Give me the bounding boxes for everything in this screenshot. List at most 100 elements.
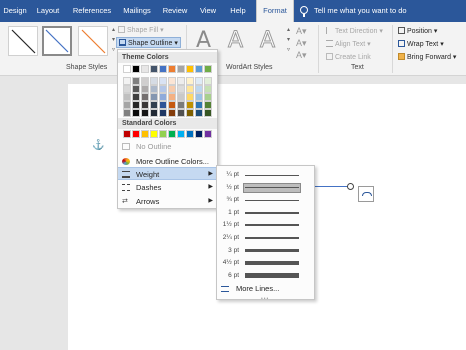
standard-color-swatch[interactable]: [177, 130, 185, 138]
text-effects-icon[interactable]: A▾: [296, 50, 307, 61]
theme-shade-swatch[interactable]: [168, 101, 176, 109]
weight-option[interactable]: 4½ pt: [217, 257, 314, 269]
theme-shade-swatch[interactable]: [123, 77, 131, 85]
theme-color-swatch[interactable]: [204, 65, 212, 73]
wordart-style-3[interactable]: A: [259, 28, 275, 54]
theme-shade-swatch[interactable]: [195, 77, 203, 85]
theme-color-swatch[interactable]: [159, 65, 167, 73]
dashes-item[interactable]: Dashes ▶: [118, 181, 217, 194]
theme-color-swatch[interactable]: [177, 65, 185, 73]
theme-color-swatch[interactable]: [132, 65, 140, 73]
shape-outline-button[interactable]: Shape Outline ▾: [116, 37, 181, 48]
shape-style-orange[interactable]: [78, 26, 108, 56]
theme-shade-swatch[interactable]: [186, 77, 194, 85]
tab-mailings[interactable]: Mailings: [119, 0, 155, 22]
weight-option[interactable]: 6 pt: [217, 270, 314, 282]
layout-options-icon[interactable]: [358, 186, 374, 202]
standard-color-swatch[interactable]: [204, 130, 212, 138]
standard-color-swatch[interactable]: [141, 130, 149, 138]
theme-shade-swatch[interactable]: [168, 77, 176, 85]
theme-shade-swatch[interactable]: [204, 93, 212, 101]
weight-option[interactable]: 1½ pt: [217, 219, 314, 231]
theme-shade-swatch[interactable]: [168, 85, 176, 93]
tab-view[interactable]: View: [196, 0, 220, 22]
theme-color-swatch[interactable]: [123, 65, 131, 73]
theme-shade-swatch[interactable]: [159, 77, 167, 85]
theme-shade-swatch[interactable]: [177, 101, 185, 109]
theme-shade-swatch[interactable]: [159, 101, 167, 109]
standard-color-swatch[interactable]: [159, 130, 167, 138]
theme-shade-swatch[interactable]: [195, 85, 203, 93]
weight-option[interactable]: ¾ pt: [217, 194, 314, 206]
theme-shade-swatch[interactable]: [168, 109, 176, 117]
theme-shade-swatch[interactable]: [177, 109, 185, 117]
theme-shade-swatch[interactable]: [141, 77, 149, 85]
wordart-style-2[interactable]: A: [227, 28, 243, 54]
theme-shade-swatch[interactable]: [141, 101, 149, 109]
text-fill-icon[interactable]: A▾: [296, 26, 307, 37]
standard-color-swatch[interactable]: [195, 130, 203, 138]
weight-item[interactable]: Weight ▶: [118, 167, 217, 180]
theme-shade-swatch[interactable]: [186, 85, 194, 93]
theme-shade-swatch[interactable]: [132, 109, 140, 117]
text-direction-button[interactable]: Text Direction ▾: [326, 26, 383, 37]
theme-color-swatch[interactable]: [150, 65, 158, 73]
tab-layout[interactable]: Layout: [32, 0, 64, 22]
theme-shade-swatch[interactable]: [159, 93, 167, 101]
resize-grip-icon[interactable]: •••: [261, 296, 269, 302]
theme-shade-swatch[interactable]: [132, 101, 140, 109]
theme-shade-swatch[interactable]: [132, 77, 140, 85]
theme-color-swatch[interactable]: [168, 65, 176, 73]
theme-shade-swatch[interactable]: [132, 93, 140, 101]
weight-option[interactable]: ½ pt: [217, 182, 314, 194]
theme-shade-swatch[interactable]: [150, 109, 158, 117]
theme-shade-swatch[interactable]: [204, 85, 212, 93]
bring-forward-button[interactable]: Bring Forward ▾: [398, 52, 456, 63]
theme-shade-swatch[interactable]: [177, 85, 185, 93]
theme-shade-swatch[interactable]: [186, 109, 194, 117]
shape-fill-button[interactable]: Shape Fill ▾: [118, 25, 164, 36]
theme-shade-swatch[interactable]: [195, 93, 203, 101]
shape-style-blue[interactable]: [42, 26, 72, 56]
theme-shade-swatch[interactable]: [123, 93, 131, 101]
theme-shade-swatch[interactable]: [141, 93, 149, 101]
theme-color-swatch[interactable]: [186, 65, 194, 73]
line-resize-handle[interactable]: [347, 183, 354, 190]
tab-review[interactable]: Review: [160, 0, 190, 22]
theme-shade-swatch[interactable]: [123, 85, 131, 93]
weight-option[interactable]: 3 pt: [217, 245, 314, 257]
wrap-text-button[interactable]: Wrap Text ▾: [398, 39, 444, 50]
tab-format[interactable]: Format: [256, 0, 294, 22]
theme-shade-swatch[interactable]: [141, 109, 149, 117]
no-outline-item[interactable]: No Outline: [118, 140, 217, 153]
theme-shade-swatch[interactable]: [132, 85, 140, 93]
theme-shade-swatch[interactable]: [141, 85, 149, 93]
theme-shade-swatch[interactable]: [186, 101, 194, 109]
theme-color-swatch[interactable]: [195, 65, 203, 73]
theme-shade-swatch[interactable]: [150, 101, 158, 109]
theme-shade-swatch[interactable]: [159, 109, 167, 117]
theme-shade-swatch[interactable]: [123, 109, 131, 117]
tab-references[interactable]: References: [70, 0, 114, 22]
theme-shade-swatch[interactable]: [177, 77, 185, 85]
theme-shade-swatch[interactable]: [123, 101, 131, 109]
theme-shade-swatch[interactable]: [204, 77, 212, 85]
standard-color-swatch[interactable]: [168, 130, 176, 138]
theme-color-swatch[interactable]: [141, 65, 149, 73]
create-link-button[interactable]: Create Link: [326, 52, 371, 63]
theme-shade-swatch[interactable]: [195, 109, 203, 117]
theme-shade-swatch[interactable]: [159, 85, 167, 93]
tab-help[interactable]: Help: [225, 0, 251, 22]
position-button[interactable]: Position ▾: [398, 26, 437, 37]
theme-shade-swatch[interactable]: [195, 101, 203, 109]
theme-shade-swatch[interactable]: [204, 109, 212, 117]
more-lines-item[interactable]: More Lines...: [217, 283, 314, 295]
wordart-scroll[interactable]: ▴ ▾ ▿: [286, 25, 291, 55]
theme-shade-swatch[interactable]: [204, 101, 212, 109]
standard-color-swatch[interactable]: [123, 130, 131, 138]
theme-shade-swatch[interactable]: [150, 93, 158, 101]
shape-style-dark[interactable]: [8, 26, 38, 56]
tell-me-search[interactable]: Tell me what you want to do: [314, 0, 407, 22]
standard-color-swatch[interactable]: [186, 130, 194, 138]
theme-shade-swatch[interactable]: [150, 85, 158, 93]
